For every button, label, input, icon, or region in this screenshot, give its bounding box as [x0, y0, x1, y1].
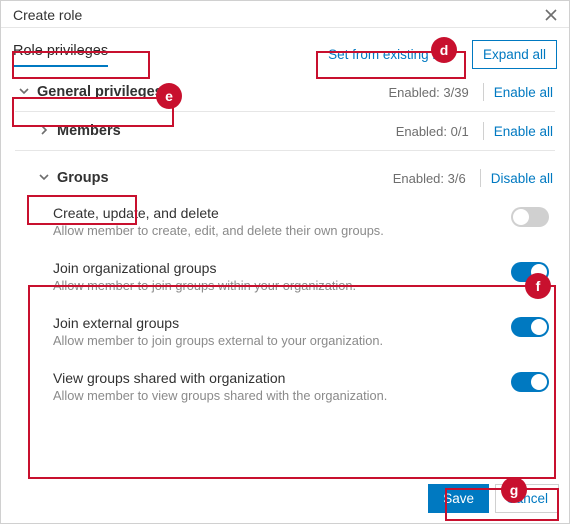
enabled-count: Enabled: 3/6 [393, 171, 466, 186]
section-members[interactable]: Members Enabled: 0/1 Enable all [1, 112, 569, 150]
enabled-count: Enabled: 3/39 [388, 85, 468, 100]
groups-privileges-list: Create, update, and delete Allow member … [1, 197, 569, 413]
privilege-desc: Allow member to view groups shared with … [53, 388, 501, 403]
privilege-title: Join organizational groups [53, 260, 501, 276]
privilege-desc: Allow member to join groups external to … [53, 333, 501, 348]
section-title: General privileges [37, 84, 163, 100]
save-button[interactable]: Save [428, 484, 489, 513]
close-icon[interactable] [543, 7, 559, 23]
chevron-down-icon [17, 85, 31, 100]
privilege-toggle[interactable] [511, 372, 549, 392]
enable-all-link[interactable]: Enable all [494, 85, 553, 100]
enable-all-link[interactable]: Enable all [494, 124, 553, 139]
tabs-row: Role privileges Set from existing role E… [1, 28, 569, 73]
expand-all-button[interactable]: Expand all [472, 40, 557, 69]
privilege-row: View groups shared with organization All… [39, 354, 555, 409]
dialog-title: Create role [13, 7, 82, 23]
dialog-footer: Save Cancel [418, 476, 569, 523]
section-general-privileges[interactable]: General privileges Enabled: 3/39 Enable … [1, 73, 569, 111]
privilege-desc: Allow member to join groups within your … [53, 278, 501, 293]
privilege-title: Create, update, and delete [53, 205, 501, 221]
enabled-count: Enabled: 0/1 [396, 124, 469, 139]
chevron-down-icon [37, 171, 51, 186]
privilege-toggle[interactable] [511, 262, 549, 282]
privilege-row: Join external groups Allow member to joi… [39, 299, 555, 354]
set-from-existing-button[interactable]: Set from existing role [319, 40, 464, 69]
section-title: Members [57, 123, 121, 139]
chevron-right-icon [37, 124, 51, 139]
disable-all-link[interactable]: Disable all [491, 171, 553, 186]
section-title: Groups [57, 170, 109, 186]
privilege-row: Join organizational groups Allow member … [39, 244, 555, 299]
cancel-button[interactable]: Cancel [495, 484, 559, 513]
privilege-title: View groups shared with organization [53, 370, 501, 386]
tab-role-privileges[interactable]: Role privileges [13, 43, 108, 67]
privilege-toggle[interactable] [511, 317, 549, 337]
privilege-toggle[interactable] [511, 207, 549, 227]
create-role-dialog: Create role Role privileges Set from exi… [0, 0, 570, 524]
dialog-titlebar: Create role [1, 1, 569, 28]
privilege-title: Join external groups [53, 315, 501, 331]
privilege-row: Create, update, and delete Allow member … [39, 197, 555, 244]
section-groups[interactable]: Groups Enabled: 3/6 Disable all [1, 151, 569, 197]
privilege-desc: Allow member to create, edit, and delete… [53, 223, 501, 238]
